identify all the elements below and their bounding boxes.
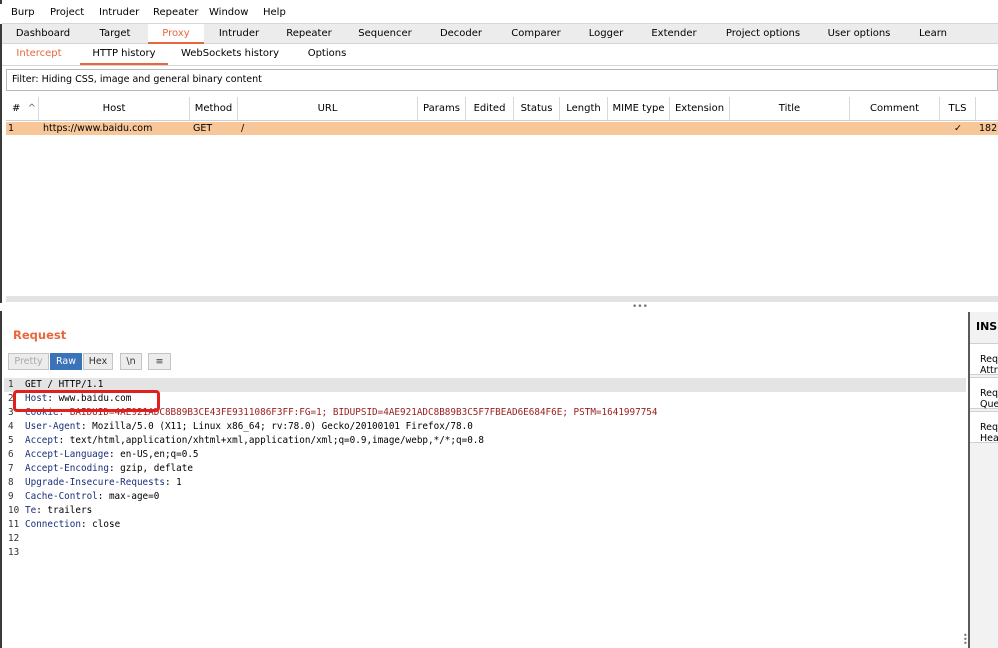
main-tab-bar: Dashboard Target Proxy Intruder Repeater… <box>2 23 998 44</box>
request-line: 13 <box>8 547 20 558</box>
cell-tls-check: ✓ <box>954 123 962 134</box>
table-header: # ^ Host Method URL Params Edited Status… <box>6 97 998 121</box>
inspector-request-headers[interactable]: Request Headers <box>970 411 998 444</box>
col-number[interactable]: # ^ <box>6 97 39 121</box>
menu-window[interactable]: Window <box>209 7 248 18</box>
proxy-tab-bar: Intercept HTTP history WebSockets histor… <box>2 44 998 66</box>
menu-bar: Burp Project Intruder Repeater Window He… <box>0 4 998 24</box>
col-tls[interactable]: TLS <box>940 97 976 121</box>
col-params[interactable]: Params <box>418 97 466 121</box>
menu-project[interactable]: Project <box>50 7 84 18</box>
tab-logger[interactable]: Logger <box>576 24 636 44</box>
menu-burp[interactable]: Burp <box>11 7 35 18</box>
cell-number: 1 <box>8 123 15 134</box>
sort-ascending-icon: ^ <box>27 103 36 114</box>
tab-learn[interactable]: Learn <box>908 24 958 44</box>
request-line: 11 Connection: close <box>8 519 121 530</box>
tab-proxy[interactable]: Proxy <box>148 24 204 44</box>
menu-icon[interactable]: ≡ <box>148 353 171 370</box>
vertical-grip-icon[interactable]: • • • <box>963 632 968 648</box>
col-mime-type[interactable]: MIME type <box>608 97 670 121</box>
pretty-button[interactable]: Pretty <box>8 353 49 370</box>
col-edited[interactable]: Edited <box>466 97 514 121</box>
request-line: 9 Cache-Control: max-age=0 <box>8 491 160 502</box>
col-title[interactable]: Title <box>730 97 850 121</box>
tab-extender[interactable]: Extender <box>642 24 706 44</box>
filter-bar[interactable]: Filter: Hiding CSS, image and general bi… <box>6 69 998 91</box>
menu-help[interactable]: Help <box>263 7 286 18</box>
col-host[interactable]: Host <box>39 97 190 121</box>
col-url[interactable]: URL <box>238 97 418 121</box>
request-title: Request <box>13 328 67 342</box>
inspector-title: INSPECTOR <box>976 320 998 333</box>
left-edge-bar <box>0 0 2 648</box>
tab-websockets-history[interactable]: WebSockets history <box>174 44 286 65</box>
request-panel: Request Pretty Raw Hex \n ≡ 1 GET / HTTP/… <box>4 312 966 648</box>
tab-project-options[interactable]: Project options <box>714 24 812 44</box>
menu-repeater[interactable]: Repeater <box>153 7 198 18</box>
cell-host: https://www.baidu.com <box>43 123 153 134</box>
tab-intercept[interactable]: Intercept <box>8 44 70 65</box>
request-line: 5 Accept: text/html,application/xhtml+xml… <box>8 435 484 446</box>
history-table: # ^ Host Method URL Params Edited Status… <box>6 97 998 299</box>
tab-target[interactable]: Target <box>82 24 148 44</box>
tab-dashboard[interactable]: Dashboard <box>6 24 80 44</box>
cell-ip: 182.6 <box>979 123 998 134</box>
request-line: 7 Accept-Encoding: gzip, deflate <box>8 463 193 474</box>
col-length[interactable]: Length <box>560 97 608 121</box>
tab-decoder[interactable]: Decoder <box>428 24 494 44</box>
request-line: 4 User-Agent: Mozilla/5.0 (X11; Linux x86… <box>8 421 473 432</box>
col-extension[interactable]: Extension <box>670 97 730 121</box>
cell-url: / <box>241 123 245 134</box>
col-status[interactable]: Status <box>514 97 560 121</box>
request-line: 8 Upgrade-Insecure-Requests: 1 <box>8 477 182 488</box>
inspector-panel: INSPECTOR Request Attributes Request Que… <box>968 312 998 648</box>
horizontal-scrollbar[interactable] <box>6 296 998 302</box>
request-line: 10 Te: trailers <box>8 505 93 516</box>
host-highlight-box <box>13 390 160 412</box>
col-comment[interactable]: Comment <box>850 97 940 121</box>
tab-intruder[interactable]: Intruder <box>206 24 272 44</box>
newline-toggle-button[interactable]: \n <box>120 353 142 370</box>
hex-button[interactable]: Hex <box>83 353 113 370</box>
inspector-request-query-parameters[interactable]: Request Query Parameters <box>970 377 998 421</box>
cell-method: GET <box>193 123 213 134</box>
tab-http-history[interactable]: HTTP history <box>80 44 168 65</box>
tab-sequencer[interactable]: Sequencer <box>350 24 420 44</box>
request-line: 12 <box>8 533 20 544</box>
table-row[interactable]: 1 https://www.baidu.com GET / ✓ 182.6 <box>6 122 998 135</box>
request-line: 6 Accept-Language: en-US,en;q=0.5 <box>8 449 199 460</box>
raw-button[interactable]: Raw <box>50 353 82 370</box>
tab-options[interactable]: Options <box>298 44 356 65</box>
col-method[interactable]: Method <box>190 97 238 121</box>
pane-splitter[interactable] <box>0 303 998 311</box>
tab-comparer[interactable]: Comparer <box>500 24 572 44</box>
inspector-request-attributes[interactable]: Request Attributes <box>970 343 998 376</box>
menu-intruder[interactable]: Intruder <box>99 7 139 18</box>
splitter-grip-icon[interactable]: ••• <box>632 302 648 312</box>
tab-user-options[interactable]: User options <box>820 24 898 44</box>
tab-repeater[interactable]: Repeater <box>276 24 342 44</box>
